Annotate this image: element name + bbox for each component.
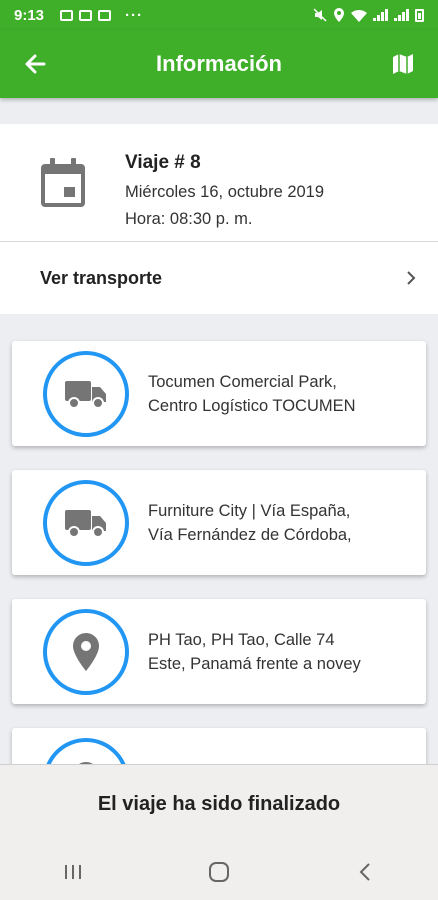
stop-address: Furniture City | Vía España, Vía Fernánd…	[148, 499, 352, 547]
chevron-right-icon	[407, 271, 416, 285]
stop-address-line-2: Centro Logístico TOCUMEN	[148, 396, 356, 415]
status-right	[313, 8, 424, 22]
recent-apps-button[interactable]	[43, 852, 103, 892]
ver-transporte-row[interactable]: Ver transporte	[0, 242, 438, 314]
stop-address: Tocumen Comercial Park, Centro Logístico…	[148, 370, 356, 418]
back-nav-button[interactable]	[335, 852, 395, 892]
page-title: Información	[156, 51, 282, 76]
back-button[interactable]	[0, 30, 70, 98]
status-bar: 9:13 ···	[0, 0, 438, 30]
stop-icon-circle	[43, 479, 129, 566]
home-icon	[209, 862, 229, 882]
system-nav-bar	[0, 844, 438, 900]
gallery-notification-icon	[60, 9, 74, 21]
mail-notification-icon	[98, 9, 112, 21]
trip-time: Hora: 08:30 p. m.	[125, 210, 253, 228]
trip-title: Viaje # 8	[125, 152, 201, 173]
image-notification-icon	[79, 9, 93, 21]
stop-icon-circle	[43, 608, 129, 695]
trip-date: Miércoles 16, octubre 2019	[125, 183, 325, 201]
home-button[interactable]	[189, 852, 249, 892]
mute-icon	[313, 8, 327, 22]
stop-address-line-2: Este, Panamá frente a novey	[148, 654, 361, 673]
calendar-icon	[40, 157, 85, 207]
trip-details: Viaje # 8 Miércoles 16, octubre 2019 Hor…	[125, 124, 324, 241]
stop-address-line-1: PH Tao, PH Tao, Calle 74	[148, 630, 335, 649]
status-left: 9:13 ···	[14, 7, 143, 24]
status-time: 9:13	[14, 6, 45, 24]
recent-apps-icon	[65, 865, 81, 879]
ver-transporte-label: Ver transporte	[40, 267, 163, 288]
chevron-left-icon	[359, 863, 370, 881]
stop-address-line-2: Vía Fernández de Córdoba,	[148, 525, 352, 544]
map-icon	[393, 54, 413, 74]
stop-card[interactable]: Furniture City | Vía España, Vía Fernánd…	[12, 470, 426, 575]
trip-info-card: Viaje # 8 Miércoles 16, octubre 2019 Hor…	[0, 124, 438, 314]
trip-finished-banner: El viaje ha sido finalizado	[0, 764, 438, 844]
truck-icon	[65, 509, 106, 538]
battery-icon	[415, 8, 424, 22]
arrow-left-icon	[25, 54, 46, 74]
stop-card[interactable]: Tocumen Comercial Park, Centro Logístico…	[12, 341, 426, 446]
more-notifications-icon: ···	[125, 6, 144, 24]
signal-icon	[373, 9, 388, 21]
truck-icon	[65, 380, 106, 409]
stop-address-line-1: Tocumen Comercial Park,	[148, 372, 337, 391]
map-button[interactable]	[368, 30, 438, 98]
trip-header: Viaje # 8 Miércoles 16, octubre 2019 Hor…	[0, 124, 438, 242]
signal-2-icon	[394, 9, 409, 21]
app-bar: Información	[0, 30, 438, 98]
calendar-icon-wrap	[0, 124, 125, 241]
location-status-icon	[334, 8, 344, 22]
stop-address-line-1: Furniture City | Vía España,	[148, 501, 351, 520]
stop-address: PH Tao, PH Tao, Calle 74 Este, Panamá fr…	[148, 628, 361, 676]
stop-icon-circle	[43, 350, 129, 437]
wifi-icon	[351, 9, 367, 22]
stop-card[interactable]: PH Tao, PH Tao, Calle 74 Este, Panamá fr…	[12, 599, 426, 704]
location-pin-icon	[73, 632, 99, 671]
